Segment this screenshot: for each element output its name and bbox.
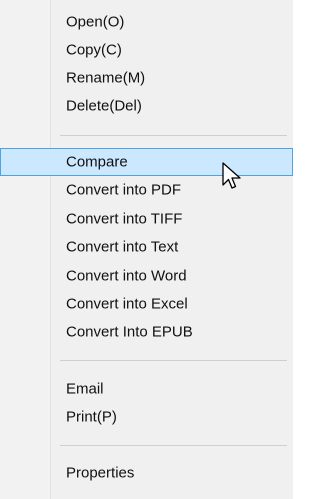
menu-item-convert-tiff[interactable]: Convert into TIFF bbox=[0, 205, 293, 233]
menu-item-label: Copy(C) bbox=[66, 41, 122, 59]
menu-item-label: Properties bbox=[66, 464, 135, 482]
menu-item-convert-word[interactable]: Convert into Word bbox=[0, 262, 293, 290]
menu-item-convert-pdf[interactable]: Convert into PDF bbox=[0, 176, 293, 204]
menu-item-convert-excel[interactable]: Convert into Excel bbox=[0, 290, 293, 318]
menu-separator bbox=[60, 135, 287, 136]
menu-item-label: Rename(M) bbox=[66, 69, 146, 87]
arrow-pointer-icon bbox=[222, 162, 241, 189]
menu-item-copy[interactable]: Copy(C) bbox=[0, 36, 293, 64]
menu-separator bbox=[60, 445, 287, 446]
menu-item-properties[interactable]: Properties bbox=[0, 459, 293, 487]
menu-item-label: Convert into Excel bbox=[66, 295, 188, 313]
menu-item-print[interactable]: Print(P) bbox=[0, 403, 293, 431]
context-menu: Open(O) Copy(C) Rename(M) Delete(Del) Co… bbox=[0, 0, 293, 499]
menu-separator bbox=[60, 360, 287, 361]
menu-item-label: Convert into Text bbox=[66, 238, 179, 256]
menu-item-email[interactable]: Email bbox=[0, 375, 293, 403]
menu-item-convert-text[interactable]: Convert into Text bbox=[0, 233, 293, 261]
menu-item-compare[interactable]: Compare bbox=[0, 148, 293, 176]
menu-item-label: Print(P) bbox=[66, 408, 117, 426]
menu-item-label: Delete(Del) bbox=[66, 97, 142, 115]
menu-item-label: Convert into Word bbox=[66, 267, 187, 285]
menu-item-delete[interactable]: Delete(Del) bbox=[0, 92, 293, 120]
menu-item-label: Convert into PDF bbox=[66, 181, 182, 199]
menu-item-label: Open(O) bbox=[66, 13, 125, 31]
menu-item-label: Compare bbox=[66, 153, 128, 171]
menu-item-label: Email bbox=[66, 380, 104, 398]
menu-item-rename[interactable]: Rename(M) bbox=[0, 64, 293, 92]
menu-item-open[interactable]: Open(O) bbox=[0, 8, 293, 36]
menu-item-label: Convert into TIFF bbox=[66, 210, 183, 228]
menu-item-convert-epub[interactable]: Convert Into EPUB bbox=[0, 318, 293, 346]
menu-item-label: Convert Into EPUB bbox=[66, 323, 193, 341]
